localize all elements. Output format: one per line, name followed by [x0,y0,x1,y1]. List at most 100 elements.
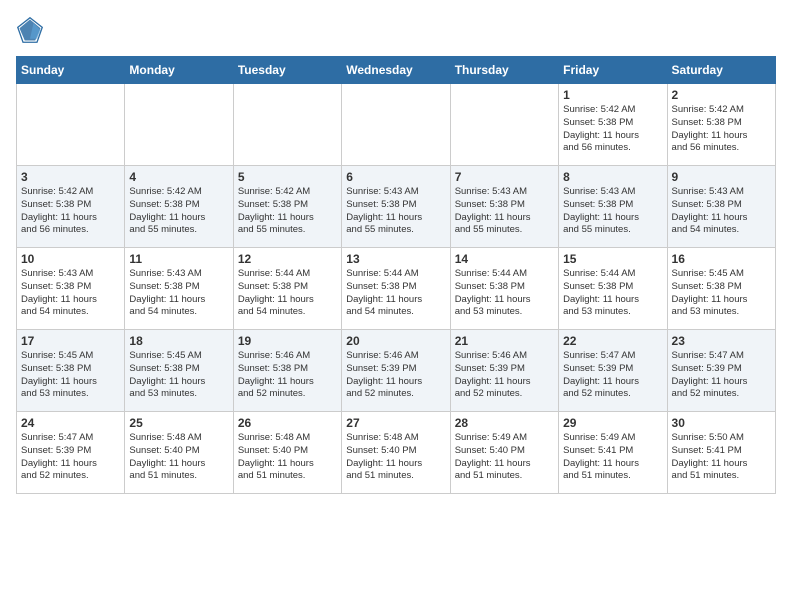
calendar-cell: 14 Sunrise: 5:44 AM Sunset: 5:38 PM Dayli… [450,248,558,330]
day-number: 10 [21,252,120,266]
day-number: 12 [238,252,337,266]
day-info: Sunrise: 5:43 AM Sunset: 5:38 PM Dayligh… [129,268,228,319]
calendar-cell: 30 Sunrise: 5:50 AM Sunset: 5:41 PM Dayli… [667,412,775,494]
calendar-cell: 20 Sunrise: 5:46 AM Sunset: 5:39 PM Dayli… [342,330,450,412]
weekday-header: Sunday [17,57,125,84]
day-info: Sunrise: 5:42 AM Sunset: 5:38 PM Dayligh… [21,186,120,237]
day-number: 18 [129,334,228,348]
logo [16,16,48,44]
day-info: Sunrise: 5:46 AM Sunset: 5:39 PM Dayligh… [346,350,445,401]
calendar-cell: 6 Sunrise: 5:43 AM Sunset: 5:38 PM Daylig… [342,166,450,248]
day-info: Sunrise: 5:44 AM Sunset: 5:38 PM Dayligh… [455,268,554,319]
calendar-week-row: 3Sunrise: 5:42 AM Sunset: 5:38 PM Daylig… [17,166,776,248]
day-number: 23 [672,334,771,348]
day-number: 25 [129,416,228,430]
day-number: 11 [129,252,228,266]
calendar-cell: 21 Sunrise: 5:46 AM Sunset: 5:39 PM Dayli… [450,330,558,412]
calendar-table: SundayMondayTuesdayWednesdayThursdayFrid… [16,56,776,494]
day-number: 9 [672,170,771,184]
calendar-cell [342,84,450,166]
calendar-cell [125,84,233,166]
day-info: Sunrise: 5:44 AM Sunset: 5:38 PM Dayligh… [238,268,337,319]
day-number: 16 [672,252,771,266]
calendar-cell: 19 Sunrise: 5:46 AM Sunset: 5:38 PM Dayli… [233,330,341,412]
calendar-cell: 9 Sunrise: 5:43 AM Sunset: 5:38 PM Daylig… [667,166,775,248]
calendar-cell: 23 Sunrise: 5:47 AM Sunset: 5:39 PM Dayli… [667,330,775,412]
day-number: 29 [563,416,662,430]
logo-icon [16,16,44,44]
day-number: 8 [563,170,662,184]
day-info: Sunrise: 5:42 AM Sunset: 5:38 PM Dayligh… [563,104,662,155]
day-info: Sunrise: 5:43 AM Sunset: 5:38 PM Dayligh… [672,186,771,237]
day-info: Sunrise: 5:45 AM Sunset: 5:38 PM Dayligh… [672,268,771,319]
day-number: 21 [455,334,554,348]
calendar-cell: 28 Sunrise: 5:49 AM Sunset: 5:40 PM Dayli… [450,412,558,494]
day-info: Sunrise: 5:43 AM Sunset: 5:38 PM Dayligh… [455,186,554,237]
day-info: Sunrise: 5:48 AM Sunset: 5:40 PM Dayligh… [238,432,337,483]
weekday-header: Saturday [667,57,775,84]
day-info: Sunrise: 5:44 AM Sunset: 5:38 PM Dayligh… [346,268,445,319]
page-header [16,16,776,44]
calendar-cell: 3Sunrise: 5:42 AM Sunset: 5:38 PM Daylig… [17,166,125,248]
day-number: 22 [563,334,662,348]
calendar-cell: 27 Sunrise: 5:48 AM Sunset: 5:40 PM Dayli… [342,412,450,494]
day-number: 13 [346,252,445,266]
day-info: Sunrise: 5:44 AM Sunset: 5:38 PM Dayligh… [563,268,662,319]
day-number: 14 [455,252,554,266]
day-info: Sunrise: 5:49 AM Sunset: 5:40 PM Dayligh… [455,432,554,483]
day-number: 20 [346,334,445,348]
weekday-header: Friday [559,57,667,84]
day-number: 24 [21,416,120,430]
day-number: 4 [129,170,228,184]
day-number: 1 [563,88,662,102]
calendar-cell: 12 Sunrise: 5:44 AM Sunset: 5:38 PM Dayli… [233,248,341,330]
calendar-cell: 17 Sunrise: 5:45 AM Sunset: 5:38 PM Dayli… [17,330,125,412]
day-number: 7 [455,170,554,184]
calendar-cell [233,84,341,166]
calendar-cell: 4 Sunrise: 5:42 AM Sunset: 5:38 PM Daylig… [125,166,233,248]
day-info: Sunrise: 5:46 AM Sunset: 5:39 PM Dayligh… [455,350,554,401]
calendar-cell: 18 Sunrise: 5:45 AM Sunset: 5:38 PM Dayli… [125,330,233,412]
day-info: Sunrise: 5:45 AM Sunset: 5:38 PM Dayligh… [21,350,120,401]
calendar-week-row: 17 Sunrise: 5:45 AM Sunset: 5:38 PM Dayli… [17,330,776,412]
calendar-week-row: 1 Sunrise: 5:42 AM Sunset: 5:38 PM Daylig… [17,84,776,166]
day-number: 5 [238,170,337,184]
calendar-cell: 10Sunrise: 5:43 AM Sunset: 5:38 PM Dayli… [17,248,125,330]
calendar-cell [17,84,125,166]
weekday-header: Tuesday [233,57,341,84]
calendar-cell: 22 Sunrise: 5:47 AM Sunset: 5:39 PM Dayli… [559,330,667,412]
day-number: 17 [21,334,120,348]
day-info: Sunrise: 5:42 AM Sunset: 5:38 PM Dayligh… [238,186,337,237]
calendar-cell: 26 Sunrise: 5:48 AM Sunset: 5:40 PM Dayli… [233,412,341,494]
calendar-cell: 7 Sunrise: 5:43 AM Sunset: 5:38 PM Daylig… [450,166,558,248]
day-info: Sunrise: 5:46 AM Sunset: 5:38 PM Dayligh… [238,350,337,401]
day-info: Sunrise: 5:47 AM Sunset: 5:39 PM Dayligh… [21,432,120,483]
day-number: 19 [238,334,337,348]
calendar-cell: 29Sunrise: 5:49 AM Sunset: 5:41 PM Dayli… [559,412,667,494]
calendar-week-row: 10 Sunrise: 5:43 AM Sunset: 5:38 PM Dayli… [17,248,776,330]
day-info: Sunrise: 5:42 AM Sunset: 5:38 PM Dayligh… [672,104,771,155]
day-info: Sunrise: 5:45 AM Sunset: 5:38 PM Dayligh… [129,350,228,401]
day-number: 26 [238,416,337,430]
day-number: 27 [346,416,445,430]
day-number: 15 [563,252,662,266]
calendar-cell: 11 Sunrise: 5:43 AM Sunset: 5:38 PM Dayli… [125,248,233,330]
day-number: 28 [455,416,554,430]
day-info: Sunrise: 5:48 AM Sunset: 5:40 PM Dayligh… [346,432,445,483]
day-info: Sunrise: 5:47 AM Sunset: 5:39 PM Dayligh… [672,350,771,401]
weekday-header: Wednesday [342,57,450,84]
calendar-cell: 13 Sunrise: 5:44 AM Sunset: 5:38 PM Dayli… [342,248,450,330]
calendar-cell: 25Sunrise: 5:48 AM Sunset: 5:40 PM Dayli… [125,412,233,494]
calendar-cell: 16 Sunrise: 5:45 AM Sunset: 5:38 PM Dayli… [667,248,775,330]
calendar-cell: 15 Sunrise: 5:44 AM Sunset: 5:38 PM Dayli… [559,248,667,330]
day-info: Sunrise: 5:50 AM Sunset: 5:41 PM Dayligh… [672,432,771,483]
weekday-header: Monday [125,57,233,84]
weekday-header-row: SundayMondayTuesdayWednesdayThursdayFrid… [17,57,776,84]
day-info: Sunrise: 5:47 AM Sunset: 5:39 PM Dayligh… [563,350,662,401]
day-info: Sunrise: 5:43 AM Sunset: 5:38 PM Dayligh… [563,186,662,237]
day-info: Sunrise: 5:43 AM Sunset: 5:38 PM Dayligh… [346,186,445,237]
calendar-cell: 2Sunrise: 5:42 AM Sunset: 5:38 PM Daylig… [667,84,775,166]
day-number: 6 [346,170,445,184]
day-number: 30 [672,416,771,430]
day-info: Sunrise: 5:42 AM Sunset: 5:38 PM Dayligh… [129,186,228,237]
